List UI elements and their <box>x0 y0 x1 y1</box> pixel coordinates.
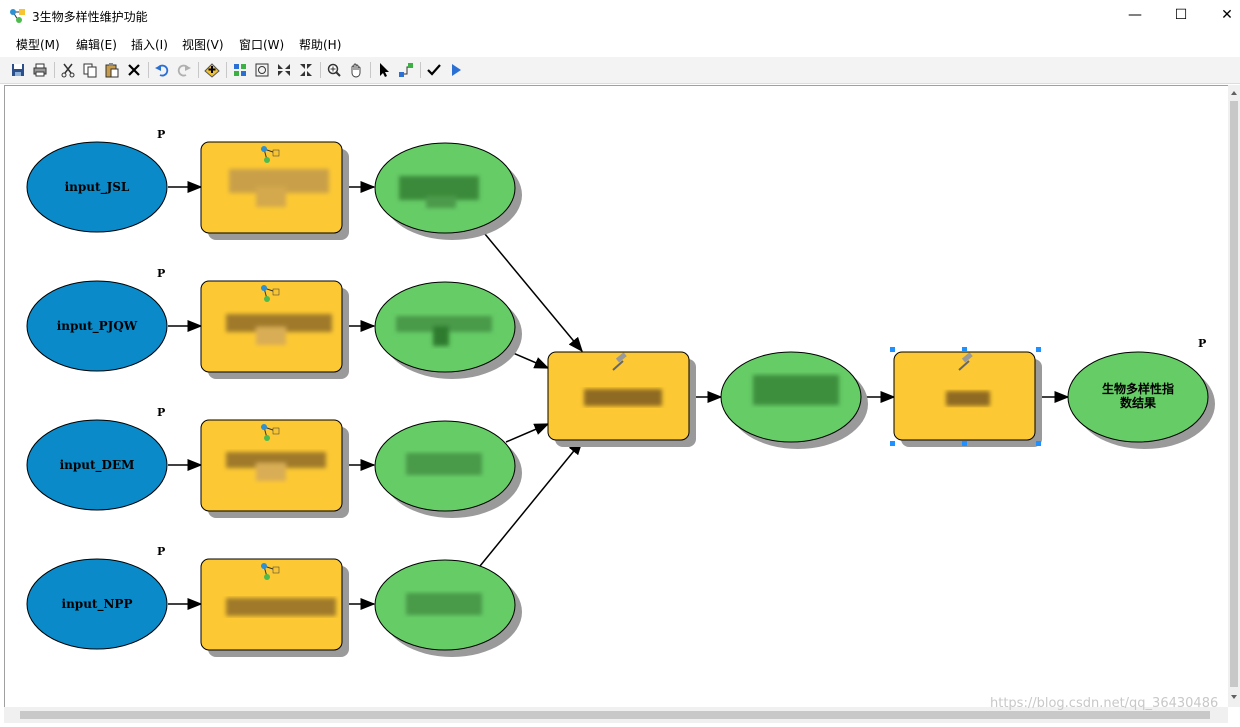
print-icon[interactable] <box>30 60 50 80</box>
maximize-button[interactable]: ☐ <box>1158 0 1204 30</box>
validate-icon[interactable] <box>424 60 444 80</box>
watermark: https://blog.csdn.net/qq_36430486 <box>990 696 1219 711</box>
scroll-thumb <box>1230 101 1238 687</box>
tool-node-selected[interactable] <box>890 347 1042 447</box>
window-title: 3生物多样性维护功能 <box>32 10 148 24</box>
menu-help[interactable]: 帮助(H) <box>299 36 341 53</box>
title-bar: 3生物多样性维护功能 — ☐ ✕ <box>0 0 1240 32</box>
blurred-label <box>946 391 990 406</box>
output-node-4[interactable] <box>374 559 522 657</box>
blurred-label <box>226 598 336 616</box>
scroll-up-icon <box>1231 91 1237 95</box>
menu-insert[interactable]: 插入(I) <box>131 36 168 53</box>
close-button[interactable]: ✕ <box>1204 0 1240 30</box>
model-diagram: input_JSL P input_PJQW P input_DEM P inp… <box>26 128 1215 657</box>
menu-window[interactable]: 窗口(W) <box>239 36 284 53</box>
final-output-label-line1: 生物多样性指 <box>1102 381 1174 396</box>
scroll-thumb <box>20 711 1210 719</box>
tool-node-combine[interactable] <box>547 351 696 447</box>
input-label: input_NPP <box>62 597 133 612</box>
p-marker: P <box>157 128 165 141</box>
toolbar <box>0 57 1240 84</box>
save-icon[interactable] <box>8 60 28 80</box>
input-node-npp[interactable]: input_NPP <box>26 558 168 650</box>
blurred-label <box>584 389 662 406</box>
redo-icon[interactable] <box>174 60 194 80</box>
blurred-label <box>406 453 482 475</box>
add-data-icon[interactable] <box>202 60 222 80</box>
vertical-scrollbar[interactable] <box>1228 85 1240 707</box>
full-extent-icon[interactable] <box>252 60 272 80</box>
blurred-label <box>753 375 839 405</box>
minimize-button[interactable]: — <box>1112 0 1158 30</box>
fixed-zoom-in-icon[interactable] <box>274 60 294 80</box>
p-marker: P <box>157 267 165 280</box>
menu-edit[interactable]: 编辑(E) <box>76 36 117 53</box>
output-node-3[interactable] <box>374 420 522 518</box>
input-label: input_PJQW <box>57 319 138 334</box>
input-node-jsl[interactable]: input_JSL <box>26 141 168 233</box>
tool-node-2[interactable] <box>200 280 349 379</box>
blurred-label <box>406 593 482 615</box>
input-node-dem[interactable]: input_DEM <box>26 419 168 511</box>
input-label: input_JSL <box>65 180 130 195</box>
select-icon[interactable] <box>374 60 394 80</box>
final-output-node[interactable]: 生物多样性指 数结果 <box>1067 351 1215 449</box>
final-output-label-line2: 数结果 <box>1120 395 1156 410</box>
connect-icon[interactable] <box>396 60 416 80</box>
pan-icon[interactable] <box>346 60 366 80</box>
output-node-2[interactable] <box>374 281 522 379</box>
input-node-pjqw[interactable]: input_PJQW <box>26 280 168 372</box>
undo-icon[interactable] <box>152 60 172 80</box>
paste-icon[interactable] <box>102 60 122 80</box>
auto-layout-icon[interactable] <box>230 60 250 80</box>
scroll-down-icon <box>1231 695 1237 699</box>
tool-node-1[interactable] <box>200 141 349 240</box>
input-label: input_DEM <box>60 458 135 473</box>
output-node-1[interactable] <box>374 142 522 240</box>
model-canvas[interactable]: input_JSL P input_PJQW P input_DEM P inp… <box>4 85 1229 708</box>
tool-node-3[interactable] <box>200 419 349 518</box>
p-marker: P <box>157 406 165 419</box>
delete-icon[interactable] <box>124 60 144 80</box>
tool-node-4[interactable] <box>200 558 349 657</box>
menu-view[interactable]: 视图(V) <box>182 36 224 53</box>
menu-model[interactable]: 模型(M) <box>16 36 60 53</box>
model-builder-icon <box>9 7 27 25</box>
menu-bar: 模型(M) 编辑(E) 插入(I) 视图(V) 窗口(W) 帮助(H) <box>0 33 1240 55</box>
p-marker: P <box>157 545 165 558</box>
p-marker: P <box>1198 337 1206 350</box>
run-icon[interactable] <box>446 60 466 80</box>
scroll-arrows <box>1230 91 1238 699</box>
output-node-combine[interactable] <box>720 351 868 449</box>
cut-icon[interactable] <box>58 60 78 80</box>
fixed-zoom-out-icon[interactable] <box>296 60 316 80</box>
copy-icon[interactable] <box>80 60 100 80</box>
zoom-in-icon[interactable] <box>324 60 344 80</box>
